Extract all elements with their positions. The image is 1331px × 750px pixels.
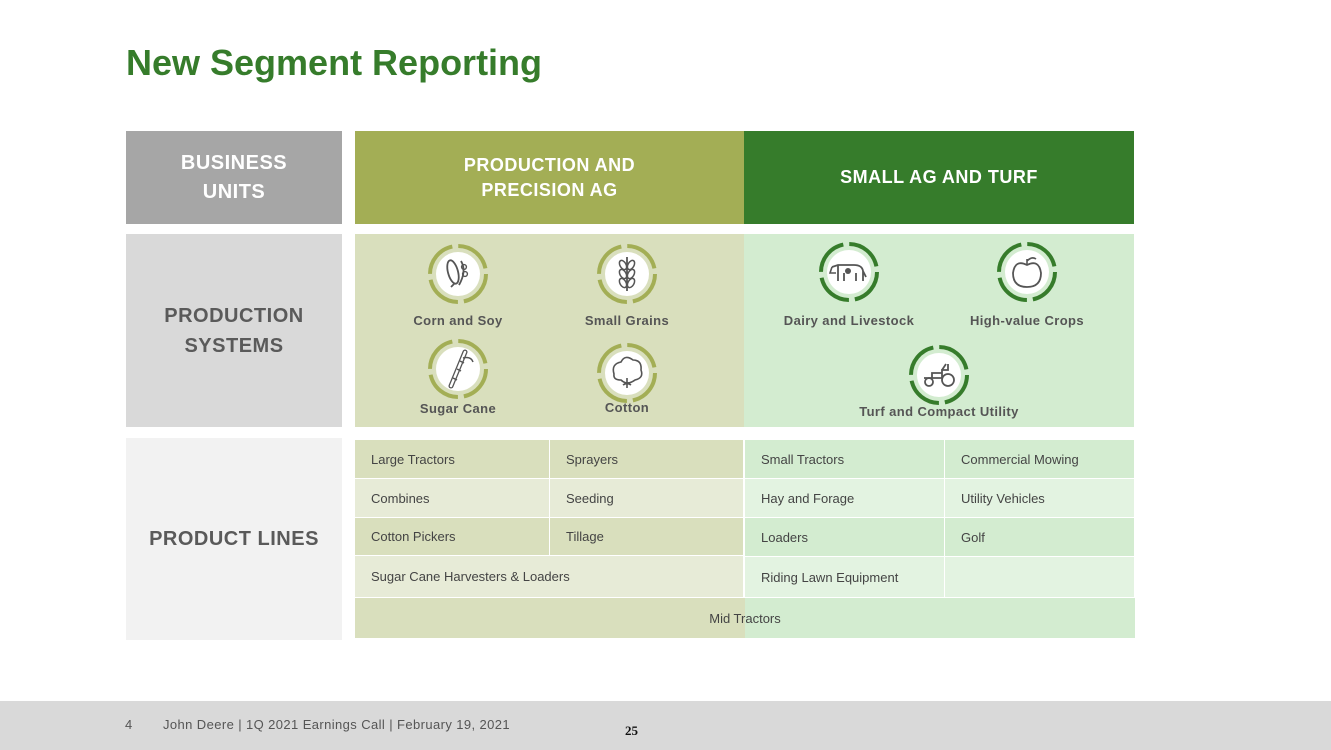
product-line-golf: Golf — [945, 518, 1135, 557]
footer-text: John Deere | 1Q 2021 Earnings Call | Feb… — [163, 717, 511, 732]
wheat-icon — [597, 244, 657, 304]
tractor-icon — [909, 345, 969, 405]
sat-header: SMALL AG AND TURF — [744, 131, 1134, 224]
footer: 4 John Deere | 1Q 2021 Earnings Call | F… — [0, 701, 1331, 750]
product-line-empty — [945, 557, 1135, 598]
mid-tractors-label: Mid Tractors — [709, 610, 781, 626]
footer-page-number: 25 — [625, 723, 638, 738]
product-line-commercial-mowing: Commercial Mowing — [945, 440, 1135, 479]
system-label: Small Grains — [584, 313, 670, 328]
product-lines-label: PRODUCT LINES — [126, 438, 342, 640]
apple-icon — [997, 242, 1057, 302]
product-line-small-tractors: Small Tractors — [745, 440, 945, 479]
production-systems-line-2: SYSTEMS — [184, 334, 284, 357]
product-line-cotton-pickers: Cotton Pickers — [355, 518, 550, 556]
system-cotton: Cotton — [537, 342, 717, 415]
system-label: Turf and Compact Utility — [859, 404, 1019, 419]
system-label: Dairy and Livestock — [783, 313, 915, 328]
product-line-loaders: Loaders — [745, 518, 945, 557]
system-label: Sugar Cane — [419, 401, 497, 416]
system-sugar-cane: Sugar Cane — [368, 338, 548, 416]
cotton-icon — [597, 343, 657, 403]
system-label: Cotton — [604, 400, 650, 415]
system-corn-soy: Corn and Soy — [368, 243, 548, 328]
ppa-header: PRODUCTION AND PRECISION AG — [355, 131, 744, 224]
system-dairy-livestock: Dairy and Livestock — [759, 241, 939, 328]
business-units-line-1: BUSINESS — [180, 151, 288, 174]
product-lines-label-text: PRODUCT LINES — [149, 528, 319, 550]
product-line-mid-tractors: Mid Tractors — [355, 598, 1135, 638]
system-label: High-value Crops — [969, 313, 1085, 328]
sugar-cane-icon — [428, 339, 488, 399]
ppa-header-line-2: PRECISION AG — [481, 179, 618, 200]
product-line-sugar-cane-harvesters: Sugar Cane Harvesters & Loaders — [355, 556, 744, 598]
production-systems-label: PRODUCTION SYSTEMS — [126, 234, 342, 427]
ppa-header-line-1: PRODUCTION AND — [463, 155, 636, 176]
product-line-tillage: Tillage — [550, 518, 744, 556]
product-line-riding-lawn: Riding Lawn Equipment — [745, 557, 945, 598]
product-line-large-tractors: Large Tractors — [355, 440, 550, 479]
page-title: New Segment Reporting — [126, 42, 543, 83]
cow-icon — [819, 242, 879, 302]
system-label: Corn and Soy — [413, 313, 503, 328]
sat-header-label: SMALL AG AND TURF — [840, 167, 1038, 188]
footer-slide-number: 4 — [125, 717, 133, 732]
product-line-sprayers: Sprayers — [550, 440, 744, 479]
system-high-value-crops: High-value Crops — [937, 241, 1117, 328]
product-line-utility-vehicles: Utility Vehicles — [945, 479, 1135, 518]
production-systems-line-1: PRODUCTION — [164, 304, 304, 327]
corn-soy-icon — [428, 244, 488, 304]
system-small-grains: Small Grains — [537, 243, 717, 328]
product-line-seeding: Seeding — [550, 479, 744, 518]
business-units-header: BUSINESS UNITS — [126, 131, 342, 224]
product-line-combines: Combines — [355, 479, 550, 518]
system-turf-compact-utility: Turf and Compact Utility — [849, 344, 1029, 419]
business-units-line-2: UNITS — [202, 180, 266, 203]
product-line-hay-forage: Hay and Forage — [745, 479, 945, 518]
